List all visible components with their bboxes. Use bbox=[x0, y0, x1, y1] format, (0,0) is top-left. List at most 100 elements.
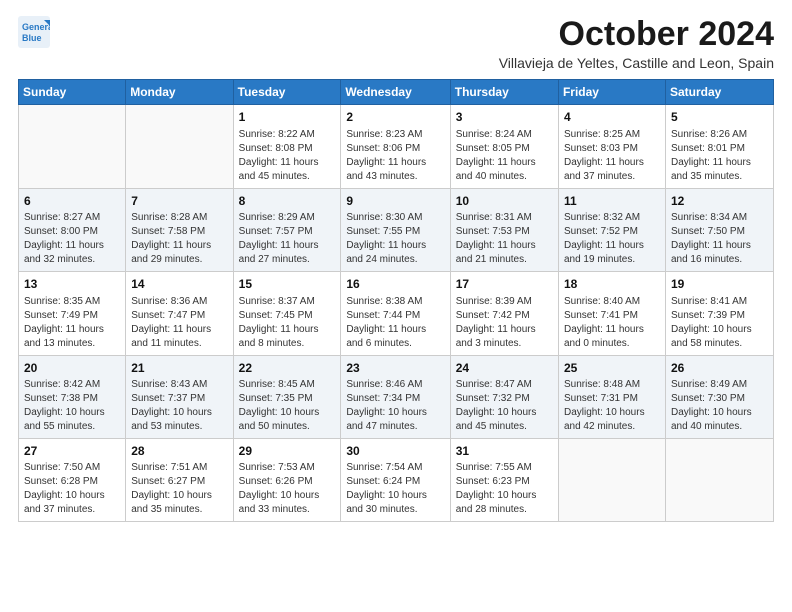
calendar-cell bbox=[19, 105, 126, 188]
title-block: October 2024 Villavieja de Yeltes, Casti… bbox=[499, 16, 774, 71]
day-number: 14 bbox=[131, 276, 227, 293]
calendar-cell: 4Sunrise: 8:25 AM Sunset: 8:03 PM Daylig… bbox=[558, 105, 665, 188]
day-info: Sunrise: 8:26 AM Sunset: 8:01 PM Dayligh… bbox=[671, 128, 768, 184]
month-title: October 2024 bbox=[499, 16, 774, 53]
day-number: 26 bbox=[671, 360, 768, 377]
day-of-week-header: Thursday bbox=[450, 80, 558, 105]
calendar-cell: 31Sunrise: 7:55 AM Sunset: 6:23 PM Dayli… bbox=[450, 438, 558, 521]
day-number: 30 bbox=[346, 443, 444, 460]
day-number: 25 bbox=[564, 360, 660, 377]
day-number: 6 bbox=[24, 193, 120, 210]
calendar-header-row: SundayMondayTuesdayWednesdayThursdayFrid… bbox=[19, 80, 774, 105]
day-info: Sunrise: 8:43 AM Sunset: 7:37 PM Dayligh… bbox=[131, 378, 227, 434]
calendar-cell: 13Sunrise: 8:35 AM Sunset: 7:49 PM Dayli… bbox=[19, 272, 126, 355]
day-number: 28 bbox=[131, 443, 227, 460]
day-info: Sunrise: 8:49 AM Sunset: 7:30 PM Dayligh… bbox=[671, 378, 768, 434]
day-number: 29 bbox=[239, 443, 336, 460]
day-number: 11 bbox=[564, 193, 660, 210]
day-info: Sunrise: 7:54 AM Sunset: 6:24 PM Dayligh… bbox=[346, 461, 444, 517]
calendar-cell: 7Sunrise: 8:28 AM Sunset: 7:58 PM Daylig… bbox=[126, 188, 233, 271]
day-info: Sunrise: 8:42 AM Sunset: 7:38 PM Dayligh… bbox=[24, 378, 120, 434]
day-of-week-header: Tuesday bbox=[233, 80, 341, 105]
day-number: 2 bbox=[346, 109, 444, 126]
calendar-week-row: 20Sunrise: 8:42 AM Sunset: 7:38 PM Dayli… bbox=[19, 355, 774, 438]
calendar-cell: 12Sunrise: 8:34 AM Sunset: 7:50 PM Dayli… bbox=[665, 188, 773, 271]
day-number: 18 bbox=[564, 276, 660, 293]
day-info: Sunrise: 7:55 AM Sunset: 6:23 PM Dayligh… bbox=[456, 461, 553, 517]
day-info: Sunrise: 8:38 AM Sunset: 7:44 PM Dayligh… bbox=[346, 295, 444, 351]
day-number: 24 bbox=[456, 360, 553, 377]
calendar-cell: 26Sunrise: 8:49 AM Sunset: 7:30 PM Dayli… bbox=[665, 355, 773, 438]
day-number: 12 bbox=[671, 193, 768, 210]
calendar-cell: 14 Sunrise: 8:36 AM Sunset: 7:47 PM Dayli… bbox=[126, 272, 233, 355]
header: General Blue October 2024 Villavieja de … bbox=[18, 16, 774, 71]
calendar-cell: 6Sunrise: 8:27 AM Sunset: 8:00 PM Daylig… bbox=[19, 188, 126, 271]
calendar-cell: 29Sunrise: 7:53 AM Sunset: 6:26 PM Dayli… bbox=[233, 438, 341, 521]
day-info: Sunrise: 8:40 AM Sunset: 7:41 PM Dayligh… bbox=[564, 295, 660, 351]
day-number: 15 bbox=[239, 276, 336, 293]
calendar-cell: 18 Sunrise: 8:40 AM Sunset: 7:41 PM Dayli… bbox=[558, 272, 665, 355]
calendar-week-row: 6Sunrise: 8:27 AM Sunset: 8:00 PM Daylig… bbox=[19, 188, 774, 271]
calendar-cell: 5 Sunrise: 8:26 AM Sunset: 8:01 PM Daylig… bbox=[665, 105, 773, 188]
logo: General Blue bbox=[18, 16, 50, 53]
day-info: Sunrise: 8:35 AM Sunset: 7:49 PM Dayligh… bbox=[24, 295, 120, 351]
day-info: Sunrise: 8:27 AM Sunset: 8:00 PM Dayligh… bbox=[24, 211, 120, 267]
day-number: 4 bbox=[564, 109, 660, 126]
calendar-cell bbox=[665, 438, 773, 521]
calendar-cell: 8Sunrise: 8:29 AM Sunset: 7:57 PM Daylig… bbox=[233, 188, 341, 271]
day-info: Sunrise: 8:39 AM Sunset: 7:42 PM Dayligh… bbox=[456, 295, 553, 351]
calendar-cell: 19 Sunrise: 8:41 AM Sunset: 7:39 PM Dayli… bbox=[665, 272, 773, 355]
day-info: Sunrise: 8:36 AM Sunset: 7:47 PM Dayligh… bbox=[131, 295, 227, 351]
day-number: 20 bbox=[24, 360, 120, 377]
calendar-week-row: 27Sunrise: 7:50 AM Sunset: 6:28 PM Dayli… bbox=[19, 438, 774, 521]
calendar-table: SundayMondayTuesdayWednesdayThursdayFrid… bbox=[18, 79, 774, 522]
calendar-cell: 22Sunrise: 8:45 AM Sunset: 7:35 PM Dayli… bbox=[233, 355, 341, 438]
day-info: Sunrise: 8:28 AM Sunset: 7:58 PM Dayligh… bbox=[131, 211, 227, 267]
day-info: Sunrise: 8:37 AM Sunset: 7:45 PM Dayligh… bbox=[239, 295, 336, 351]
day-of-week-header: Saturday bbox=[665, 80, 773, 105]
calendar-cell: 11Sunrise: 8:32 AM Sunset: 7:52 PM Dayli… bbox=[558, 188, 665, 271]
calendar-cell: 2Sunrise: 8:23 AM Sunset: 8:06 PM Daylig… bbox=[341, 105, 450, 188]
day-number: 21 bbox=[131, 360, 227, 377]
day-of-week-header: Wednesday bbox=[341, 80, 450, 105]
day-number: 19 bbox=[671, 276, 768, 293]
day-number: 8 bbox=[239, 193, 336, 210]
day-number: 31 bbox=[456, 443, 553, 460]
calendar-cell: 16 Sunrise: 8:38 AM Sunset: 7:44 PM Dayli… bbox=[341, 272, 450, 355]
day-info: Sunrise: 7:50 AM Sunset: 6:28 PM Dayligh… bbox=[24, 461, 120, 517]
day-info: Sunrise: 8:29 AM Sunset: 7:57 PM Dayligh… bbox=[239, 211, 336, 267]
calendar-cell: 3Sunrise: 8:24 AM Sunset: 8:05 PM Daylig… bbox=[450, 105, 558, 188]
day-number: 5 bbox=[671, 109, 768, 126]
calendar-cell: 25Sunrise: 8:48 AM Sunset: 7:31 PM Dayli… bbox=[558, 355, 665, 438]
day-info: Sunrise: 7:53 AM Sunset: 6:26 PM Dayligh… bbox=[239, 461, 336, 517]
day-number: 1 bbox=[239, 109, 336, 126]
day-info: Sunrise: 8:41 AM Sunset: 7:39 PM Dayligh… bbox=[671, 295, 768, 351]
day-number: 17 bbox=[456, 276, 553, 293]
calendar-cell: 30Sunrise: 7:54 AM Sunset: 6:24 PM Dayli… bbox=[341, 438, 450, 521]
day-info: Sunrise: 8:48 AM Sunset: 7:31 PM Dayligh… bbox=[564, 378, 660, 434]
logo-icon: General Blue bbox=[18, 16, 50, 48]
calendar-cell bbox=[126, 105, 233, 188]
calendar-cell: 21Sunrise: 8:43 AM Sunset: 7:37 PM Dayli… bbox=[126, 355, 233, 438]
calendar-week-row: 13Sunrise: 8:35 AM Sunset: 7:49 PM Dayli… bbox=[19, 272, 774, 355]
day-info: Sunrise: 8:22 AM Sunset: 8:08 PM Dayligh… bbox=[239, 128, 336, 184]
day-info: Sunrise: 8:24 AM Sunset: 8:05 PM Dayligh… bbox=[456, 128, 553, 184]
day-info: Sunrise: 8:31 AM Sunset: 7:53 PM Dayligh… bbox=[456, 211, 553, 267]
day-info: Sunrise: 8:32 AM Sunset: 7:52 PM Dayligh… bbox=[564, 211, 660, 267]
calendar-cell: 17 Sunrise: 8:39 AM Sunset: 7:42 PM Dayli… bbox=[450, 272, 558, 355]
calendar-cell: 20Sunrise: 8:42 AM Sunset: 7:38 PM Dayli… bbox=[19, 355, 126, 438]
day-number: 23 bbox=[346, 360, 444, 377]
calendar-cell: 10Sunrise: 8:31 AM Sunset: 7:53 PM Dayli… bbox=[450, 188, 558, 271]
calendar-week-row: 1 Sunrise: 8:22 AM Sunset: 8:08 PM Daylig… bbox=[19, 105, 774, 188]
calendar-cell: 15 Sunrise: 8:37 AM Sunset: 7:45 PM Dayli… bbox=[233, 272, 341, 355]
day-info: Sunrise: 8:47 AM Sunset: 7:32 PM Dayligh… bbox=[456, 378, 553, 434]
day-of-week-header: Sunday bbox=[19, 80, 126, 105]
day-of-week-header: Friday bbox=[558, 80, 665, 105]
calendar-cell bbox=[558, 438, 665, 521]
day-info: Sunrise: 7:51 AM Sunset: 6:27 PM Dayligh… bbox=[131, 461, 227, 517]
calendar-cell: 27Sunrise: 7:50 AM Sunset: 6:28 PM Dayli… bbox=[19, 438, 126, 521]
location-title: Villavieja de Yeltes, Castille and Leon,… bbox=[499, 55, 774, 71]
day-number: 16 bbox=[346, 276, 444, 293]
day-info: Sunrise: 8:34 AM Sunset: 7:50 PM Dayligh… bbox=[671, 211, 768, 267]
calendar-cell: 1 Sunrise: 8:22 AM Sunset: 8:08 PM Daylig… bbox=[233, 105, 341, 188]
